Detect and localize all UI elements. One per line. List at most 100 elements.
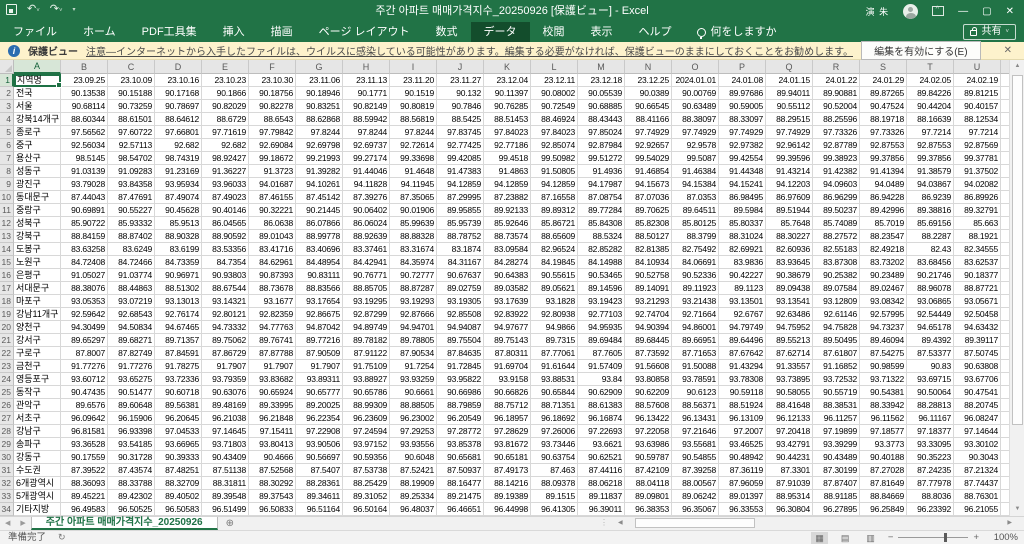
cell[interactable]: 89.78805	[390, 334, 437, 347]
cell[interactable]: 96.35067	[672, 503, 719, 516]
cell[interactable]: 96.11257	[813, 412, 860, 425]
column-header-S[interactable]: S	[860, 60, 907, 74]
cell[interactable]: 93.1677	[249, 295, 296, 308]
cell[interactable]: 96.09642	[61, 412, 108, 425]
column-header-J[interactable]: J	[437, 60, 484, 74]
cell[interactable]: 87.7605	[578, 347, 625, 360]
cell[interactable]: 89.05621	[531, 282, 578, 295]
cell[interactable]: 91.44348	[719, 165, 766, 178]
cell[interactable]: 83.63258	[61, 243, 108, 256]
cell[interactable]: 92.87789	[813, 139, 860, 152]
cell[interactable]: 93.72336	[155, 373, 202, 386]
cell[interactable]: 89.45221	[61, 490, 108, 503]
cell[interactable]: 93.06865	[907, 295, 954, 308]
cell[interactable]: 91.46384	[672, 165, 719, 178]
cell[interactable]: 97.19899	[813, 425, 860, 438]
cell-stub[interactable]	[1001, 399, 1009, 412]
cell[interactable]: 86.06024	[343, 217, 390, 230]
cell[interactable]: 93.72532	[813, 373, 860, 386]
cell[interactable]: 90.38679	[766, 269, 813, 282]
cell[interactable]: 90.40146	[202, 204, 249, 217]
cell[interactable]: 94.63432	[954, 321, 1001, 334]
ribbon-tab[interactable]: 描画	[258, 22, 306, 42]
cell[interactable]: 90.83111	[296, 269, 343, 282]
cell[interactable]: 90.31728	[108, 451, 155, 464]
cell[interactable]: 97.18577	[860, 425, 907, 438]
cell[interactable]: 85.7019	[860, 217, 907, 230]
cell[interactable]: 90.52758	[625, 269, 672, 282]
cell[interactable]: 88.85705	[343, 282, 390, 295]
cell[interactable]: 90.44204	[907, 100, 954, 113]
cell[interactable]: 99.21993	[296, 152, 343, 165]
cell[interactable]: 84.31167	[437, 256, 484, 269]
cell[interactable]: 90.6661	[390, 386, 437, 399]
cell[interactable]: 88.76301	[954, 490, 1001, 503]
cell[interactable]: 92.69737	[343, 139, 390, 152]
cell[interactable]: 99.33698	[390, 152, 437, 165]
cell-stub[interactable]	[1001, 74, 1009, 87]
row-header-27[interactable]: 27	[0, 412, 14, 425]
cell[interactable]: 97.14645	[202, 425, 249, 438]
cell[interactable]: 90.50064	[907, 386, 954, 399]
cell[interactable]: 88.59942	[343, 113, 390, 126]
cell[interactable]: 82.55183	[813, 243, 860, 256]
cell[interactable]: 87.61807	[813, 347, 860, 360]
cell[interactable]: 89.09438	[766, 282, 813, 295]
cell[interactable]: 90.21445	[296, 204, 343, 217]
cell[interactable]: 89.46094	[860, 334, 907, 347]
cell[interactable]: 87.77061	[531, 347, 578, 360]
cell[interactable]: 90.83251	[296, 100, 343, 113]
zoom-slider-thumb[interactable]	[944, 533, 947, 542]
cell[interactable]: 90.51477	[108, 386, 155, 399]
cell[interactable]: 96.46651	[437, 503, 484, 516]
cell[interactable]: 89.48169	[202, 399, 249, 412]
row-header-1[interactable]: 1	[0, 74, 14, 87]
cell[interactable]: 88.61383	[578, 399, 625, 412]
cell[interactable]: 83.9836	[719, 256, 766, 269]
cell[interactable]: 90.43489	[813, 451, 860, 464]
ribbon-tab[interactable]: ページ レイアウト	[306, 22, 423, 42]
cell[interactable]: 89.75143	[484, 334, 531, 347]
column-header-A[interactable]: A	[14, 60, 61, 74]
cell[interactable]: 87.35065	[390, 191, 437, 204]
cell[interactable]: 85.69156	[907, 217, 954, 230]
cell[interactable]: 90.59787	[625, 451, 672, 464]
cell[interactable]: 96.93398	[108, 425, 155, 438]
cell[interactable]: 89.60648	[108, 399, 155, 412]
cell[interactable]: 93.54185	[108, 438, 155, 451]
cell[interactable]: 90.23489	[860, 269, 907, 282]
cell[interactable]: 94.17987	[578, 178, 625, 191]
cell[interactable]: 91.50805	[531, 165, 578, 178]
cell[interactable]: 24.02.05	[907, 74, 954, 87]
cell[interactable]: 88.88505	[390, 399, 437, 412]
cell[interactable]: 91.43294	[719, 360, 766, 373]
cell[interactable]: 92.61146	[813, 308, 860, 321]
cell[interactable]: 91.50088	[672, 360, 719, 373]
cell[interactable]: 83.73202	[860, 256, 907, 269]
row-header-30[interactable]: 30	[0, 451, 14, 464]
cell[interactable]: 88.51302	[155, 282, 202, 295]
cell-stub[interactable]	[1001, 204, 1009, 217]
cell[interactable]: 96.18692	[531, 412, 578, 425]
cell[interactable]: 87.27028	[860, 464, 907, 477]
ribbon-tab[interactable]: 校閲	[530, 22, 578, 42]
cell[interactable]: 90.1866	[202, 87, 249, 100]
cell[interactable]: 86.89926	[954, 191, 1001, 204]
cell[interactable]: 97.2007	[719, 425, 766, 438]
cell[interactable]: 87.47691	[108, 191, 155, 204]
cell[interactable]: 85.80337	[719, 217, 766, 230]
cell[interactable]: 87.23882	[484, 191, 531, 204]
cell[interactable]: 94.77763	[249, 321, 296, 334]
row-header-8[interactable]: 8	[0, 165, 14, 178]
cell[interactable]: 96.12133	[766, 412, 813, 425]
cell[interactable]: 91.78275	[155, 360, 202, 373]
cell[interactable]: 91.75109	[343, 360, 390, 373]
cell[interactable]: 93.36528	[61, 438, 108, 451]
cell[interactable]: 96.50833	[249, 503, 296, 516]
scroll-up-icon[interactable]: ▲	[1010, 60, 1024, 73]
cell[interactable]: 수도권	[14, 464, 61, 477]
close-button[interactable]: ✕	[1006, 6, 1014, 17]
cell[interactable]: 85.74089	[813, 217, 860, 230]
cell[interactable]: 90.83	[907, 360, 954, 373]
cell[interactable]: 83.53356	[202, 243, 249, 256]
